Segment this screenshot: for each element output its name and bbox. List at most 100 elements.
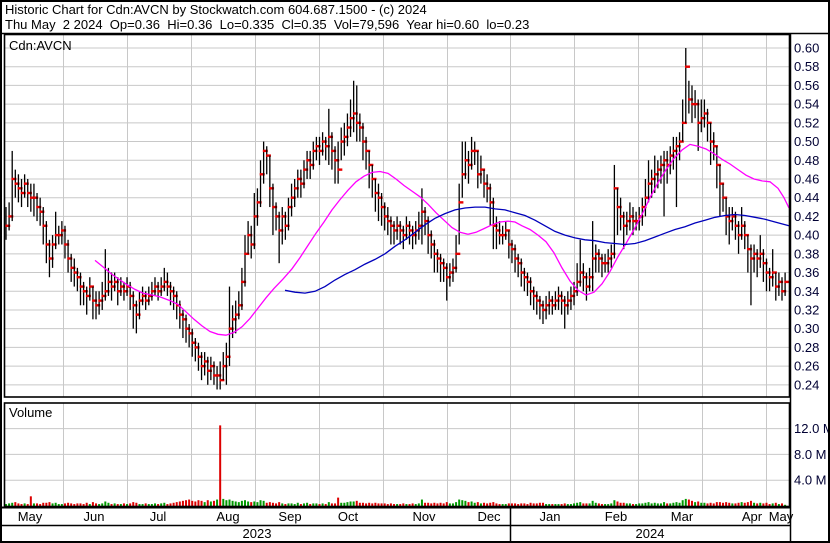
volume-bar <box>476 502 479 506</box>
volume-bar <box>253 501 256 506</box>
volume-bar <box>14 502 17 506</box>
volume-bar <box>188 499 191 506</box>
volume-bar <box>256 502 259 506</box>
volume-bar <box>389 503 392 506</box>
volume-bar <box>756 503 759 506</box>
volume-bar <box>144 503 147 506</box>
price-tick-label: 0.38 <box>794 246 819 261</box>
volume-bar <box>181 500 184 506</box>
volume-bar <box>532 503 535 506</box>
volume-bar <box>178 501 181 506</box>
volume-bar <box>541 502 544 506</box>
volume-bar <box>287 503 290 506</box>
volume-bar <box>663 502 666 506</box>
price-tick-label: 0.54 <box>794 97 819 112</box>
volume-bar <box>265 502 268 506</box>
volume-bar <box>194 501 197 506</box>
volume-bar <box>483 502 486 506</box>
volume-bar <box>132 502 135 506</box>
volume-bar <box>585 503 588 506</box>
volume-bar <box>597 503 600 506</box>
volume-bar <box>349 501 352 506</box>
volume-bar <box>191 500 194 506</box>
volume-bar <box>371 503 374 506</box>
volume-bar <box>731 503 734 506</box>
volume-bar <box>681 500 684 506</box>
volume-bar <box>619 502 622 506</box>
volume-bar <box>346 502 349 506</box>
volume-bar <box>455 502 458 506</box>
volume-bar <box>759 502 762 506</box>
month-label: Jun <box>84 509 105 524</box>
volume-bar <box>582 503 585 506</box>
volume-bar <box>529 502 532 506</box>
volume-bar <box>424 502 427 506</box>
volume-bar <box>709 502 712 506</box>
volume-bar <box>209 501 212 506</box>
month-label: Oct <box>338 509 359 524</box>
volume-bar <box>712 503 715 506</box>
volume-bar <box>520 503 523 506</box>
volume-bar <box>588 503 591 506</box>
volume-bar <box>436 503 439 506</box>
volume-bar <box>675 502 678 506</box>
volume-bar <box>467 502 470 506</box>
volume-bar <box>380 503 383 506</box>
volume-bar <box>647 502 650 506</box>
volume-bar <box>451 503 454 506</box>
volume-bar <box>734 503 737 506</box>
volume-bar <box>638 503 641 506</box>
volume-bar <box>259 500 262 506</box>
volume-bar <box>737 502 740 506</box>
volume-bar <box>439 502 442 506</box>
volume-bar <box>448 503 451 506</box>
volume-bar <box>383 503 386 506</box>
ma-fast-line <box>94 143 790 336</box>
volume-bar <box>669 503 672 506</box>
volume-bar <box>470 501 473 506</box>
volume-bar <box>591 500 594 506</box>
month-label: Aug <box>216 509 239 524</box>
volume-bar <box>613 500 616 506</box>
volume-bar <box>656 503 659 506</box>
volume-bar <box>762 503 765 506</box>
price-tick-label: 0.26 <box>794 359 819 374</box>
volume-bar <box>461 500 464 506</box>
volume-tick-label: 4.0 M <box>794 473 827 488</box>
month-label: Sep <box>278 509 301 524</box>
price-tick-label: 0.30 <box>794 321 819 336</box>
volume-bar <box>67 502 70 506</box>
volume-bar <box>200 500 203 506</box>
volume-bar <box>700 502 703 506</box>
price-tick-label: 0.28 <box>794 340 819 355</box>
volume-bar <box>694 502 697 506</box>
volume-bar <box>722 502 725 506</box>
volume-bar <box>172 502 175 506</box>
volume-bar <box>11 502 14 506</box>
month-label: Nov <box>412 509 436 524</box>
volume-bar <box>247 501 250 506</box>
volume-bar <box>129 503 132 506</box>
volume-panel-label: Volume <box>9 405 53 420</box>
symbol-label: Cdn:AVCN <box>9 38 72 53</box>
price-tick-label: 0.42 <box>794 209 819 224</box>
volume-bar <box>95 503 98 506</box>
volume-bar <box>101 503 104 506</box>
volume-bar <box>492 502 495 506</box>
volume-bar <box>45 502 48 506</box>
price-tick-label: 0.44 <box>794 190 819 205</box>
volume-bar <box>175 502 178 506</box>
volume-bar <box>507 503 510 506</box>
volume-bar <box>32 503 35 506</box>
volume-bar <box>749 500 752 506</box>
volume-bar <box>427 502 430 506</box>
volume-bar <box>23 503 26 506</box>
year-label: 2023 <box>243 526 272 541</box>
price-tick-label: 0.32 <box>794 302 819 317</box>
volume-bar <box>237 502 240 506</box>
volume-bar <box>563 503 566 506</box>
volume-bar <box>185 500 188 506</box>
volume-bar <box>644 502 647 506</box>
volume-bar <box>212 500 215 506</box>
volume-bar <box>113 503 116 506</box>
